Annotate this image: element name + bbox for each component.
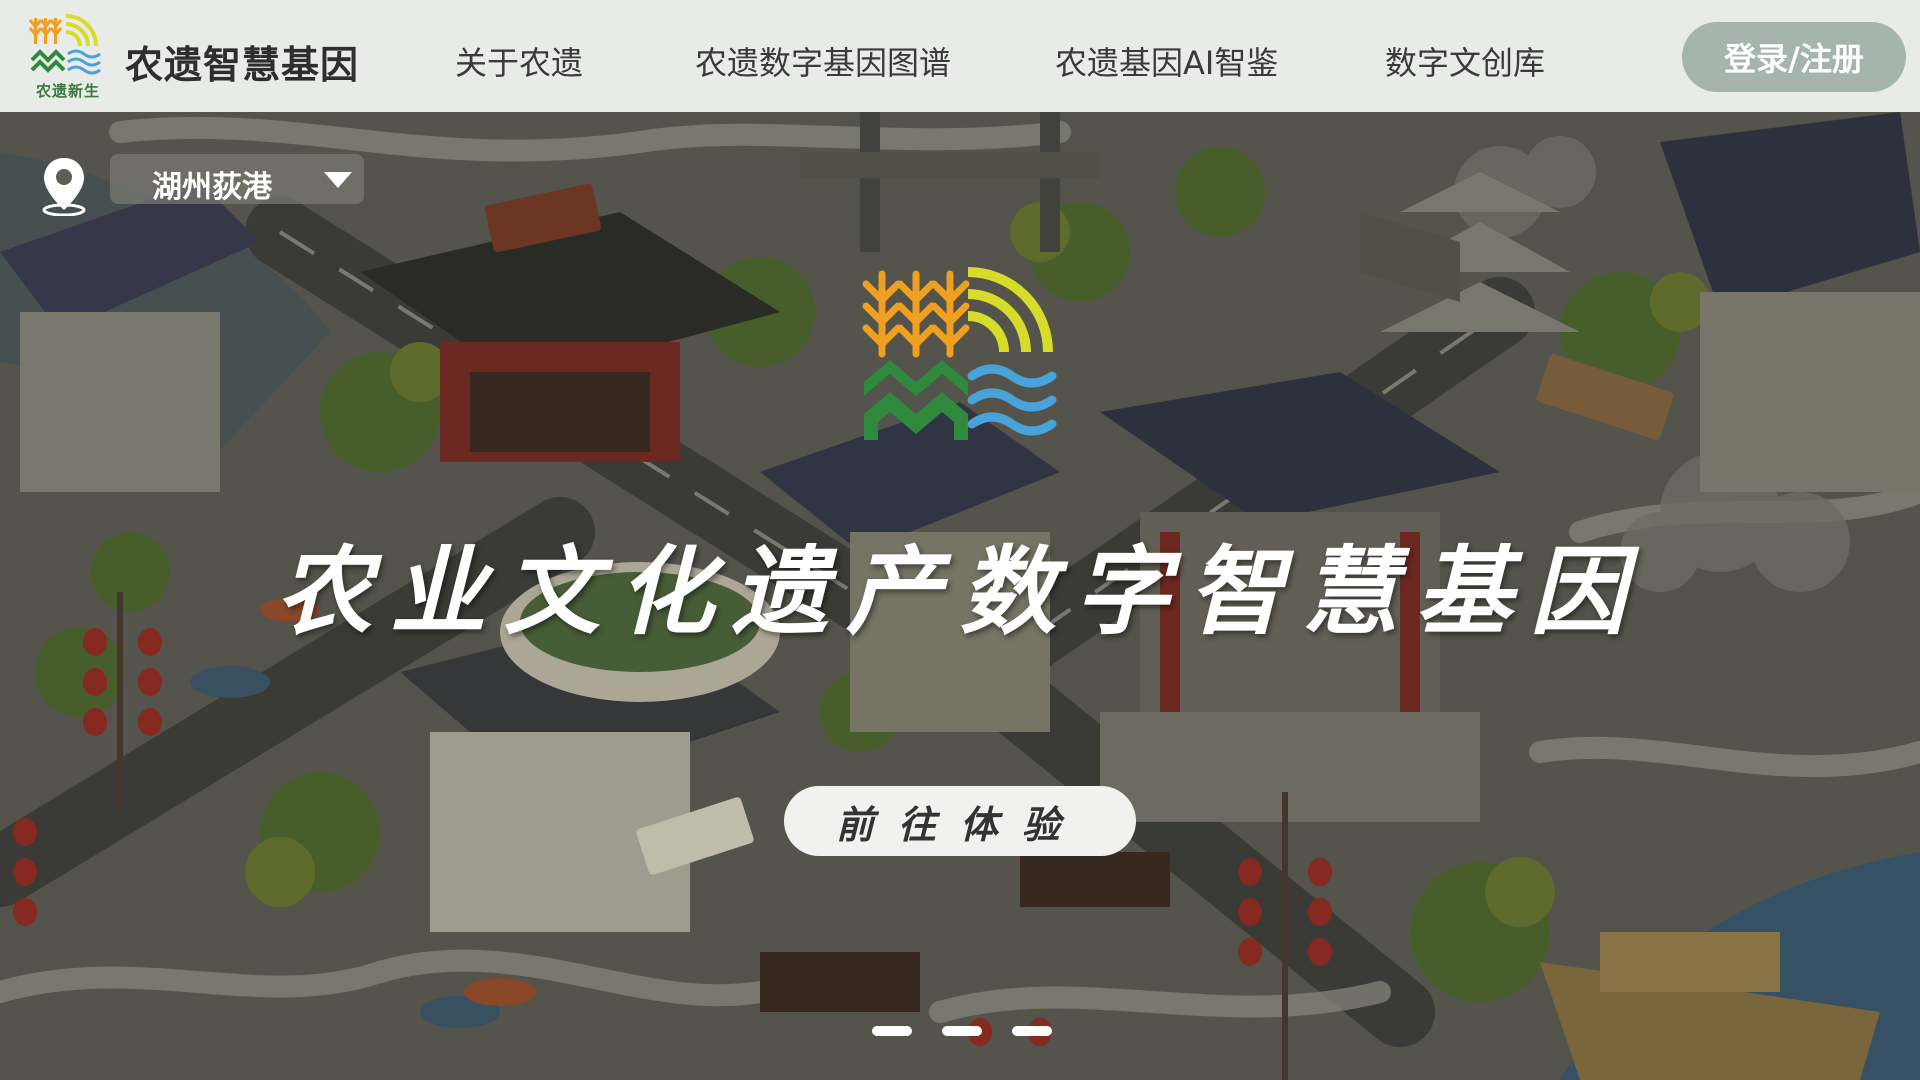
explore-button[interactable]: 前往体验 [784,786,1136,856]
brand-subtitle: 农遗新生 [35,82,100,100]
carousel-dot-2[interactable] [942,1026,982,1036]
carousel-dot-3[interactable] [1012,1026,1052,1036]
hero-logo-icon [862,267,1057,440]
nongyi-logo-icon [28,14,101,75]
login-register-button[interactable]: 登录/注册 [1682,22,1906,92]
location-pin-icon [40,154,90,217]
caret-down-icon [324,172,352,188]
hero-title: 农业文化遗产数字智慧基因 [276,535,1644,648]
top-nav-bar: 农遗新生 农遗智慧基因 关于农遗 农遗数字基因图谱 农遗基因AI智鉴 数字文创库… [0,0,1920,112]
brand-logo[interactable]: 农遗新生 [28,8,104,104]
nav-item-gene-map[interactable]: 农遗数字基因图谱 [695,38,951,84]
carousel-indicators [872,1026,1052,1036]
location-label: 湖州荻港 [152,170,272,205]
hero-banner: 湖州荻港 农业文化遗产数字智慧基因 前往体验 [0,112,1920,1080]
nav-item-about[interactable]: 关于农遗 [455,38,583,84]
nav-item-creative-library[interactable]: 数字文创库 [1385,38,1545,84]
location-dropdown[interactable]: 湖州荻港 [110,154,364,205]
carousel-dot-1[interactable] [872,1026,912,1036]
nav-item-ai-identify[interactable]: 农遗基因AI智鉴 [1055,38,1278,84]
site-title[interactable]: 农遗智慧基因 [125,34,359,89]
